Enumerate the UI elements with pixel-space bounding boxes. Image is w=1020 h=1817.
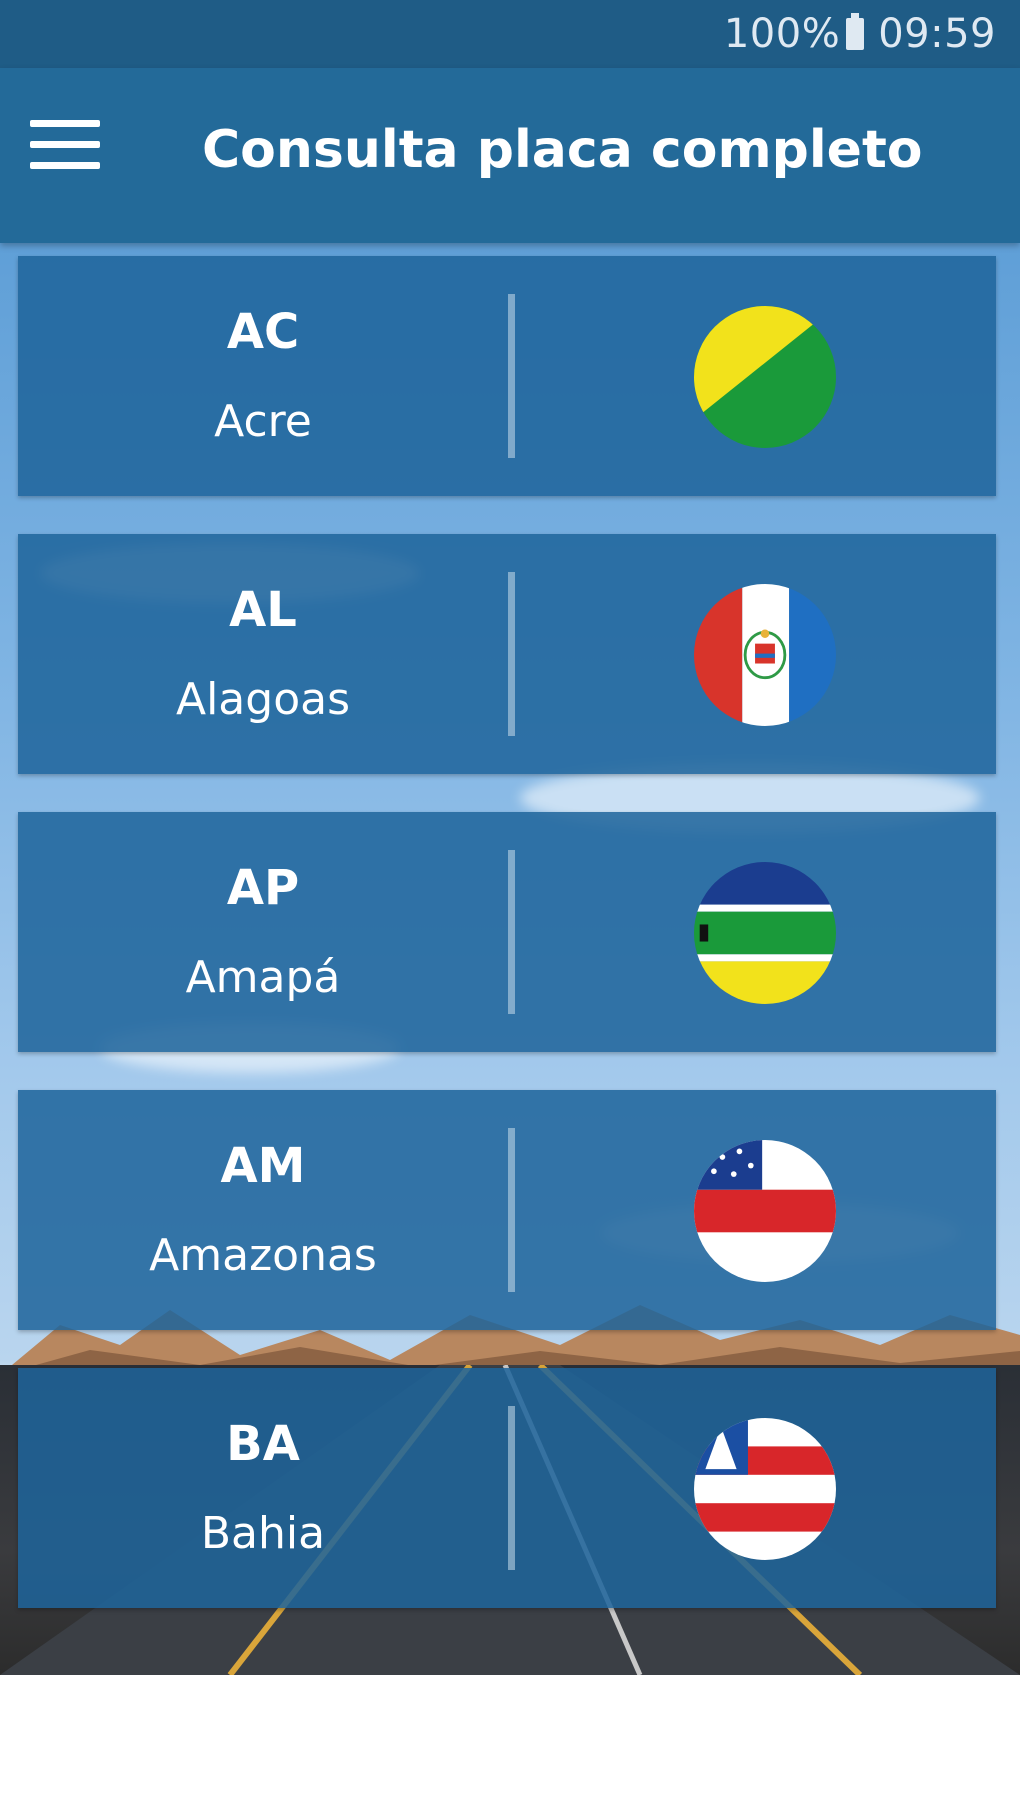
acre-flag-icon xyxy=(694,306,836,448)
state-item-am[interactable]: AM Amazonas xyxy=(18,1090,996,1330)
state-item-ap[interactable]: AP Amapá xyxy=(18,812,996,1052)
divider xyxy=(508,1128,515,1292)
hamburger-menu-icon[interactable] xyxy=(30,120,102,178)
state-item-ba[interactable]: BA Bahia xyxy=(18,1368,996,1608)
bottom-blank-area xyxy=(0,1675,1020,1817)
status-bar: 100% 09:59 xyxy=(0,0,1020,68)
state-label-group: AM Amazonas xyxy=(18,1090,508,1330)
state-code: AP xyxy=(226,860,300,916)
state-label-group: AP Amapá xyxy=(18,812,508,1052)
state-list: AC Acre AL Alagoas AP Amapá AM Amazonas … xyxy=(18,256,996,1608)
divider xyxy=(508,1406,515,1570)
state-label-group: AC Acre xyxy=(18,256,508,496)
state-item-al[interactable]: AL Alagoas xyxy=(18,534,996,774)
divider xyxy=(508,572,515,736)
state-item-ac[interactable]: AC Acre xyxy=(18,256,996,496)
battery-percent: 100% xyxy=(723,11,841,57)
state-code: AC xyxy=(226,304,300,360)
state-name: Amazonas xyxy=(149,1230,377,1281)
clock: 09:59 xyxy=(878,11,996,57)
app-bar: Consulta placa completo xyxy=(0,68,1020,243)
alagoas-flag-icon xyxy=(694,584,836,726)
state-name: Alagoas xyxy=(175,674,351,725)
state-name: Amapá xyxy=(185,952,341,1003)
bahia-flag-icon xyxy=(694,1418,836,1560)
state-label-group: BA Bahia xyxy=(18,1368,508,1608)
state-code: BA xyxy=(226,1416,300,1472)
page-title: Consulta placa completo xyxy=(202,120,923,180)
state-name: Acre xyxy=(214,396,312,447)
state-code: AL xyxy=(229,582,297,638)
state-name: Bahia xyxy=(200,1508,326,1559)
state-label-group: AL Alagoas xyxy=(18,534,508,774)
divider xyxy=(508,850,515,1014)
state-code: AM xyxy=(220,1138,306,1194)
amazonas-flag-icon xyxy=(694,1140,836,1282)
amapa-flag-icon xyxy=(694,862,836,1004)
divider xyxy=(508,294,515,458)
battery-icon xyxy=(846,13,865,50)
